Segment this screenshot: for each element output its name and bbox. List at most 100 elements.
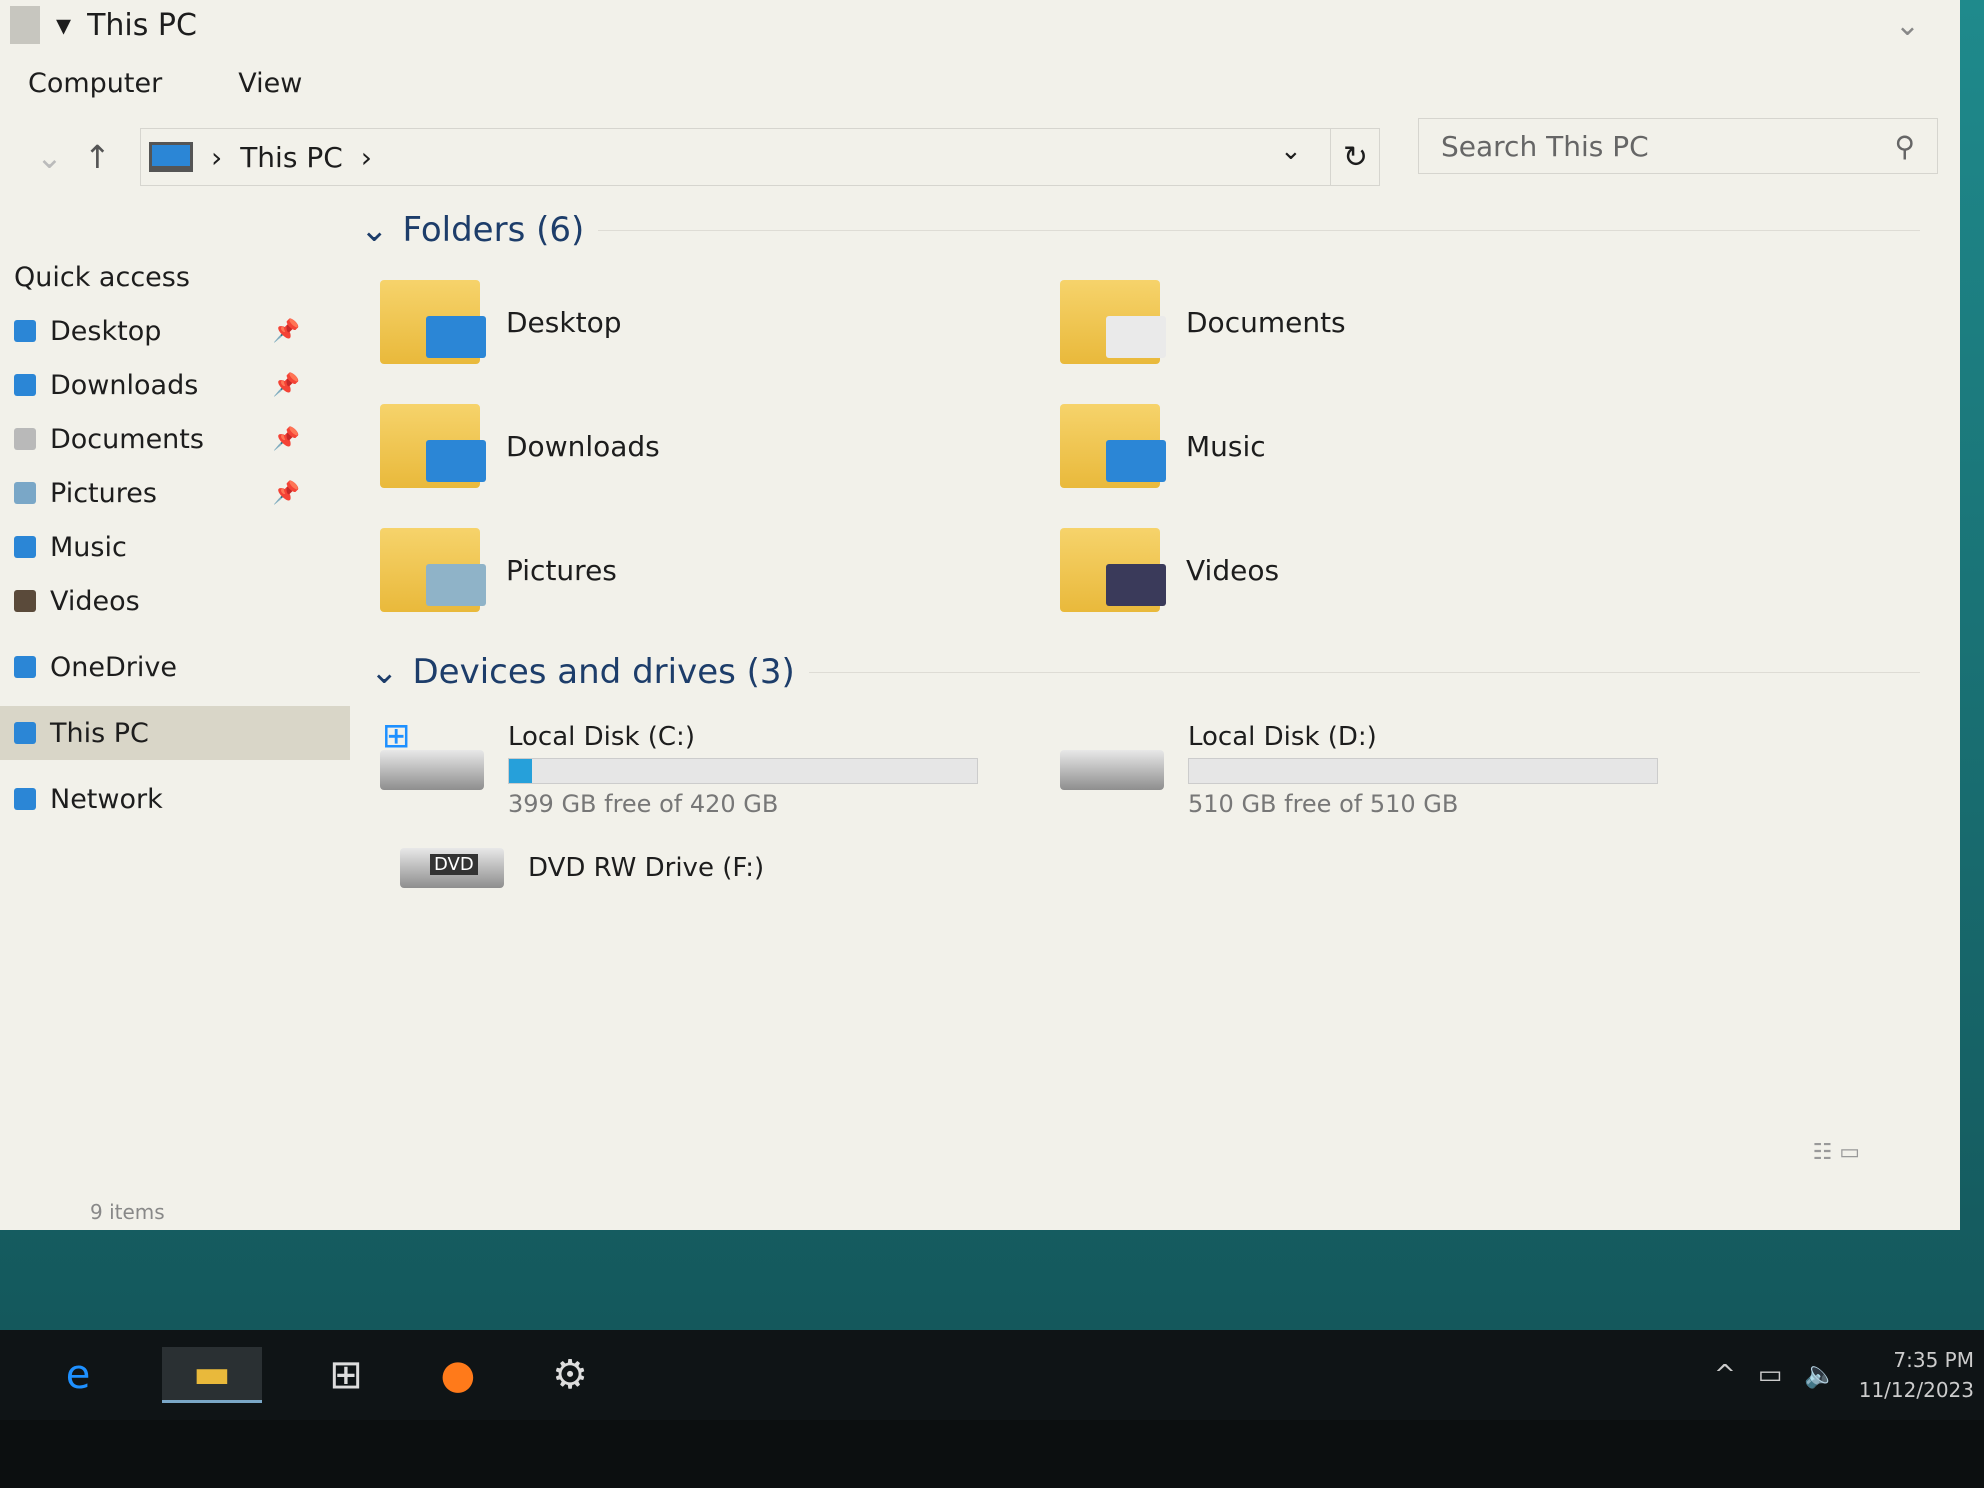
content-pane: ⌄ Folders (6) Desktop Documents Downloads M…	[360, 210, 1920, 928]
settings-icon[interactable]: ⚙	[542, 1347, 598, 1403]
folder-label: Videos	[1186, 553, 1280, 587]
sidebar-item-label: Network	[50, 783, 163, 815]
refresh-button[interactable]: ↻	[1330, 128, 1380, 186]
sidebar-item-pictures[interactable]: Pictures 📌	[0, 466, 350, 520]
navigation-pane: Quick access Desktop 📌 Downloads 📌 Documents 📌…	[0, 250, 350, 826]
breadcrumb-separator-icon[interactable]: ›	[211, 141, 222, 174]
folder-videos[interactable]: Videos	[1060, 528, 1740, 612]
pin-icon[interactable]: 📌	[273, 481, 300, 506]
file-explorer-icon[interactable]: ▬	[162, 1347, 262, 1403]
pin-icon[interactable]: 📌	[273, 427, 300, 452]
music-folder-icon	[1060, 404, 1166, 488]
sidebar-item-network[interactable]: Network	[0, 772, 350, 826]
collapse-chevron-icon[interactable]: ⌄	[360, 210, 389, 250]
folder-downloads[interactable]: Downloads	[380, 404, 1060, 488]
large-icons-view-icon[interactable]: ▭	[1839, 1140, 1860, 1165]
store-icon[interactable]: ⊞	[318, 1347, 374, 1403]
cloud-icon	[14, 656, 36, 678]
folders-header-label: Folders (6)	[402, 210, 585, 250]
folders-grid: Desktop Documents Downloads Music Pictures Vi…	[380, 280, 1920, 612]
taskbar: e ▬ ⊞ ● ⚙ ^ ▭ 🔈 7:35 PM 11/12/2023	[0, 1330, 1984, 1420]
sidebar-item-documents[interactable]: Documents 📌	[0, 412, 350, 466]
windows-drive-icon: ⊞	[380, 716, 484, 790]
sidebar-item-label: This PC	[50, 717, 149, 749]
breadcrumb-chevron-icon[interactable]: ›	[361, 141, 372, 174]
divider	[808, 671, 1920, 673]
window-title: This PC	[87, 7, 197, 43]
sidebar-item-label: Pictures	[50, 477, 157, 509]
downloads-folder-icon	[380, 404, 486, 488]
title-bar: ▾ This PC ⌄	[0, 0, 1960, 50]
sidebar-item-label: OneDrive	[50, 651, 177, 683]
file-explorer-window: ▾ This PC ⌄ Computer View ⌄ ↑ › This PC …	[0, 0, 1960, 1230]
drive-free-space: 399 GB free of 420 GB	[508, 790, 779, 818]
search-input[interactable]: Search This PC ⚲	[1418, 118, 1938, 174]
divider	[598, 229, 1920, 231]
edge-icon[interactable]: e	[50, 1347, 106, 1403]
network-icon	[14, 788, 36, 810]
view-toggle: ☷ ▭	[1812, 1140, 1860, 1165]
pin-icon[interactable]: 📌	[273, 319, 300, 344]
expand-ribbon-icon[interactable]: ⌄	[1895, 8, 1920, 43]
refresh-icon: ↻	[1342, 139, 1369, 175]
folder-label: Desktop	[506, 305, 622, 339]
clock-date: 11/12/2023	[1858, 1378, 1974, 1402]
sidebar-item-videos[interactable]: Videos	[0, 574, 350, 628]
sidebar-item-label: Desktop	[50, 315, 162, 347]
system-tray: ^ ▭ 🔈 7:35 PM 11/12/2023	[1714, 1330, 1974, 1420]
download-icon	[14, 374, 36, 396]
collapse-chevron-icon[interactable]: ⌄	[370, 652, 399, 692]
clock-time: 7:35 PM	[1893, 1348, 1974, 1372]
network-icon[interactable]: ▭	[1758, 1360, 1783, 1390]
sidebar-item-label: Videos	[50, 585, 140, 617]
pin-icon[interactable]: 📌	[273, 373, 300, 398]
documents-folder-icon	[1060, 280, 1166, 364]
sidebar-item-this-pc[interactable]: This PC	[0, 706, 350, 760]
document-icon	[14, 428, 36, 450]
tab-view[interactable]: View	[238, 68, 302, 99]
hard-drive-icon	[1060, 750, 1164, 790]
drives-grid: ⊞ Local Disk (C:) 399 GB free of 420 GB …	[380, 716, 1920, 888]
address-row: ⌄ ↑ › This PC › ⌄ ↻ Search This PC ⚲	[0, 118, 1960, 190]
folder-music[interactable]: Music	[1060, 404, 1740, 488]
tab-computer[interactable]: Computer	[28, 68, 162, 99]
recent-locations-icon[interactable]: ⌄	[36, 138, 63, 176]
sidebar-item-onedrive[interactable]: OneDrive	[0, 640, 350, 694]
customize-toolbar-icon[interactable]: ▾	[56, 8, 71, 43]
sidebar-item-downloads[interactable]: Downloads 📌	[0, 358, 350, 412]
drive-label: Local Disk (D:)	[1188, 722, 1377, 752]
clock[interactable]: 7:35 PM 11/12/2023	[1859, 1345, 1974, 1405]
dvd-drive-icon: DVD	[400, 848, 504, 888]
drive-label: DVD RW Drive (F:)	[528, 853, 765, 883]
drive-usage-bar	[508, 758, 978, 784]
details-view-icon[interactable]: ☷	[1812, 1140, 1832, 1165]
drive-d[interactable]: Local Disk (D:) 510 GB free of 510 GB	[1060, 722, 1740, 818]
sidebar-item-desktop[interactable]: Desktop 📌	[0, 304, 350, 358]
folders-group-header[interactable]: ⌄ Folders (6)	[360, 210, 1920, 250]
folder-label: Pictures	[506, 553, 617, 587]
sidebar-item-label: Quick access	[14, 261, 190, 293]
breadcrumb-this-pc[interactable]: This PC	[240, 141, 343, 174]
drive-c[interactable]: ⊞ Local Disk (C:) 399 GB free of 420 GB	[380, 716, 1060, 818]
folder-desktop[interactable]: Desktop	[380, 280, 1060, 364]
drives-group-header[interactable]: ⌄ Devices and drives (3)	[370, 652, 1920, 692]
pictures-folder-icon	[380, 528, 486, 612]
sidebar-item-quick-access[interactable]: Quick access	[0, 250, 350, 304]
sidebar-item-label: Downloads	[50, 369, 199, 401]
videos-folder-icon	[1060, 528, 1166, 612]
firefox-icon[interactable]: ●	[430, 1347, 486, 1403]
up-arrow-icon[interactable]: ↑	[84, 138, 111, 176]
quick-access-toolbar-icon[interactable]	[10, 6, 40, 44]
drive-f[interactable]: DVD DVD RW Drive (F:)	[400, 848, 1060, 888]
folder-pictures[interactable]: Pictures	[380, 528, 1060, 612]
drives-header-label: Devices and drives (3)	[412, 652, 795, 692]
sidebar-item-music[interactable]: Music	[0, 520, 350, 574]
address-dropdown-icon[interactable]: ⌄	[1280, 136, 1302, 166]
folder-documents[interactable]: Documents	[1060, 280, 1740, 364]
computer-icon	[149, 142, 193, 172]
volume-icon[interactable]: 🔈	[1804, 1360, 1836, 1390]
status-item-count: 9 items	[90, 1200, 165, 1224]
show-hidden-icons-icon[interactable]: ^	[1714, 1360, 1736, 1390]
folder-label: Downloads	[506, 429, 660, 463]
address-bar[interactable]: › This PC ›	[140, 128, 1380, 186]
